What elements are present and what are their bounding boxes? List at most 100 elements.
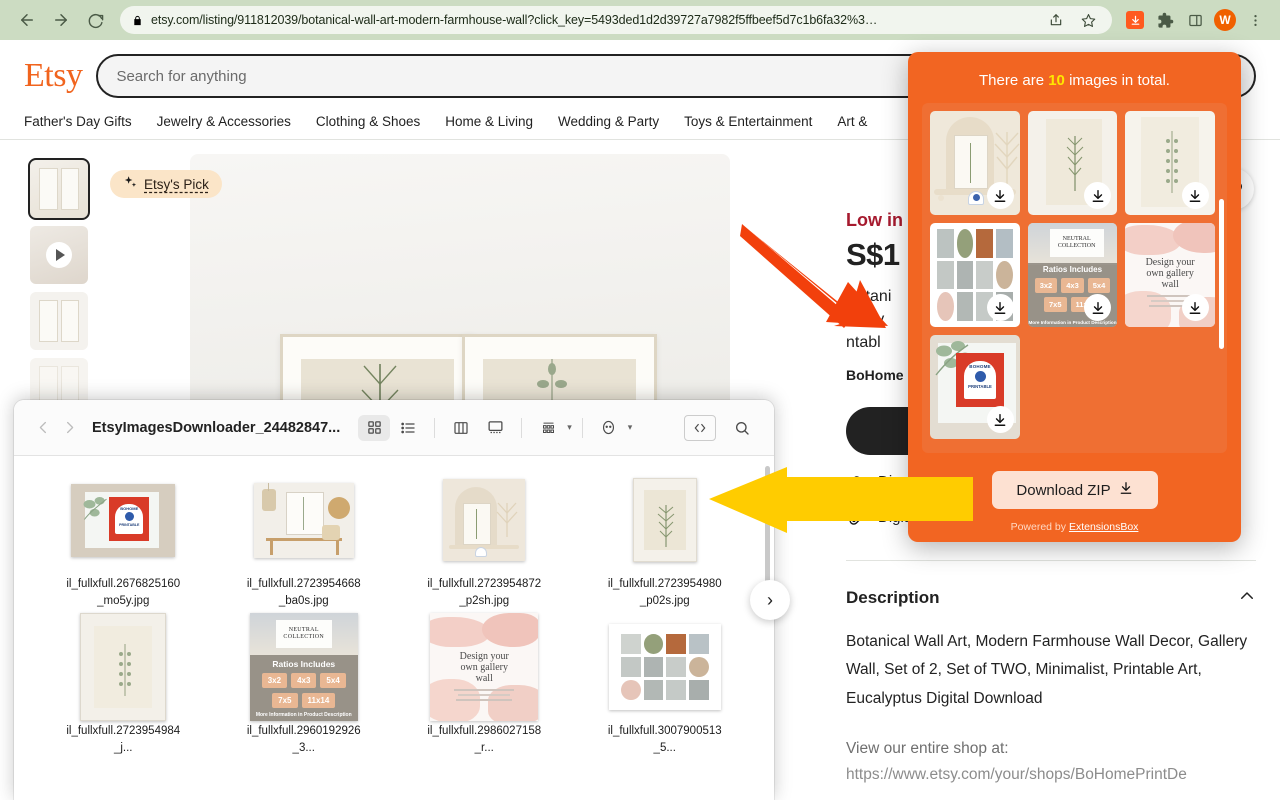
extension-image-tile[interactable]: Design your own gallery wall	[1125, 223, 1215, 327]
shop-link-label: View our entire shop at:	[846, 739, 1009, 757]
file-name: il_fullxfull.2960192926_3...	[246, 724, 361, 754]
column-view-icon[interactable]	[445, 415, 477, 441]
file-thumbnail	[64, 612, 182, 721]
file-item[interactable]: il_fullxfull.2723954668_ba0s.jpg	[217, 470, 392, 611]
description-header[interactable]: Description	[846, 559, 1256, 610]
icon-view-icon[interactable]	[358, 414, 391, 441]
gallery-card-line-1: Design your	[459, 650, 509, 662]
gallery-card-line-2: own gallery	[460, 661, 509, 673]
download-icon[interactable]	[986, 294, 1014, 321]
nav-item-jewelry[interactable]: Jewelry & Accessories	[157, 114, 291, 129]
play-icon	[46, 242, 72, 268]
nav-item-toys[interactable]: Toys & Entertainment	[684, 114, 812, 129]
neutral-collection-text: NEUTRAL COLLECTION	[283, 626, 325, 640]
file-thumbnail	[245, 470, 363, 570]
file-item[interactable]: BOHOME PRINTABLE il_fullxfull.2676825160…	[36, 470, 211, 611]
file-name: il_fullxfull.2723954872_p2sh.jpg	[427, 578, 542, 608]
ratio-chip: 4x3	[291, 672, 317, 688]
download-icon[interactable]	[1181, 294, 1209, 321]
side-panel-icon[interactable]	[1180, 5, 1210, 35]
screenshot-root: etsy.com/listing/911812039/botanical-wal…	[0, 0, 1280, 800]
address-bar[interactable]: etsy.com/listing/911812039/botanical-wal…	[120, 6, 1112, 34]
toolbar-divider	[434, 417, 436, 438]
list-view-icon[interactable]	[392, 415, 424, 441]
group-by-icon[interactable]	[532, 415, 564, 441]
extension-image-grid[interactable]: NEUTRAL COLLECTION Ratios Includes 3x2 4…	[922, 103, 1227, 453]
ratio-chip: 5x4	[320, 672, 346, 688]
thumbnail-3[interactable]	[30, 292, 88, 350]
file-item[interactable]: Design your own gallery wall il_fullxful…	[397, 612, 572, 758]
star-icon[interactable]	[1076, 8, 1100, 32]
label-bottom-text: PRINTABLE	[968, 384, 992, 389]
forward-arrow-icon[interactable]	[44, 3, 78, 37]
download-icon[interactable]	[1084, 182, 1112, 209]
file-name: il_fullxfull.2723954984_j...	[66, 724, 181, 754]
extensionsbox-link[interactable]: ExtensionsBox	[1069, 521, 1138, 533]
gallery-view-icon[interactable]	[479, 415, 511, 441]
extension-image-tile[interactable]	[1027, 111, 1118, 215]
etsys-pick-label: Etsy's Pick	[144, 176, 209, 192]
nav-item-wedding[interactable]: Wedding & Party	[558, 114, 659, 129]
nav-item-clothing[interactable]: Clothing & Shoes	[316, 114, 420, 129]
thumbnail-2-video[interactable]	[30, 226, 88, 284]
ratios-footnote: More Information in Product Description	[1028, 320, 1117, 325]
heading-suffix: images in total.	[1064, 72, 1170, 89]
chevron-right-icon[interactable]	[56, 415, 82, 441]
avatar[interactable]: W	[1210, 5, 1240, 35]
chevron-right-icon: ›	[767, 589, 773, 610]
extension-image-tile[interactable]	[930, 223, 1020, 327]
three-dot-menu-icon[interactable]	[1240, 5, 1270, 35]
chevron-left-icon[interactable]	[30, 415, 56, 441]
extension-image-tile[interactable]: BOHOME PRINTABLE	[930, 335, 1020, 439]
extensions-puzzle-icon[interactable]	[1150, 5, 1180, 35]
download-icon[interactable]	[1181, 182, 1209, 209]
powered-by-text: Powered by ExtensionsBox	[1011, 521, 1139, 533]
download-zip-button[interactable]: Download ZIP	[991, 471, 1158, 509]
label-top-text: BOHOME	[969, 364, 991, 369]
sparkle-icon	[123, 175, 138, 193]
ratio-chip: 3x2	[261, 672, 288, 688]
back-arrow-icon[interactable]	[10, 3, 44, 37]
browser-toolbar: etsy.com/listing/911812039/botanical-wal…	[0, 0, 1280, 40]
file-name: il_fullxfull.3007900513_5...	[607, 724, 722, 754]
chevron-down-icon-group[interactable]: ▾	[567, 422, 572, 433]
thumbnail-strip	[28, 158, 90, 416]
download-extension-icon[interactable]	[1120, 5, 1150, 35]
powered-prefix: Powered by	[1010, 521, 1069, 533]
extension-image-tile[interactable]	[930, 111, 1020, 215]
extension-scrollbar[interactable]	[1219, 199, 1224, 349]
gallery-card-line-3: wall	[475, 672, 493, 684]
file-thumbnail: BOHOME PRINTABLE	[64, 470, 182, 570]
chevron-down-icon-more[interactable]: ▾	[628, 422, 633, 433]
search-icon[interactable]	[726, 415, 758, 441]
ratio-chip: 7x5	[1044, 297, 1067, 312]
thumbnail-1[interactable]	[28, 158, 90, 220]
download-icon[interactable]	[986, 182, 1014, 209]
etsy-logo[interactable]: Etsy	[24, 59, 83, 93]
toolbar-divider-2	[521, 417, 523, 438]
file-item[interactable]: il_fullxfull.3007900513_5...	[578, 617, 753, 758]
tags-icon[interactable]	[684, 414, 716, 441]
nav-item-art[interactable]: Art &	[837, 114, 867, 129]
neutral-collection-text: NEUTRAL COLLECTION	[1057, 236, 1096, 249]
ratios-includes-caption: Ratios Includes	[272, 658, 336, 669]
finder-file-grid[interactable]: BOHOME PRINTABLE il_fullxfull.2676825160…	[14, 456, 774, 800]
extension-image-tile[interactable]	[1125, 111, 1215, 215]
nav-item-home-living[interactable]: Home & Living	[445, 114, 533, 129]
reload-icon[interactable]	[78, 3, 112, 37]
file-item[interactable]: NEUTRAL COLLECTION Ratios Includes 3x2 4…	[217, 612, 392, 758]
nav-item-fathers-day[interactable]: Father's Day Gifts	[24, 114, 132, 129]
extension-image-tile[interactable]: NEUTRAL COLLECTION Ratios Includes 3x2 4…	[1027, 223, 1118, 327]
ratios-footnote: More Information in Product Description	[255, 711, 352, 718]
file-item[interactable]: il_fullxfull.2723954872_p2sh.jpg	[397, 470, 572, 611]
share-icon[interactable]	[1044, 8, 1068, 32]
shop-link-url[interactable]: https://www.etsy.com/your/shops/BoHomePr…	[846, 762, 1256, 788]
finder-toolbar-right	[684, 414, 758, 441]
gallery-next-button[interactable]: ›	[750, 580, 790, 620]
download-icon[interactable]	[986, 406, 1014, 433]
more-actions-icon[interactable]	[593, 415, 625, 441]
chevron-up-icon[interactable]	[1238, 587, 1256, 610]
ratio-chip: 5x4	[1087, 278, 1111, 293]
file-item[interactable]: il_fullxfull.2723954984_j...	[36, 612, 211, 758]
toolbar-divider-3	[581, 417, 583, 438]
